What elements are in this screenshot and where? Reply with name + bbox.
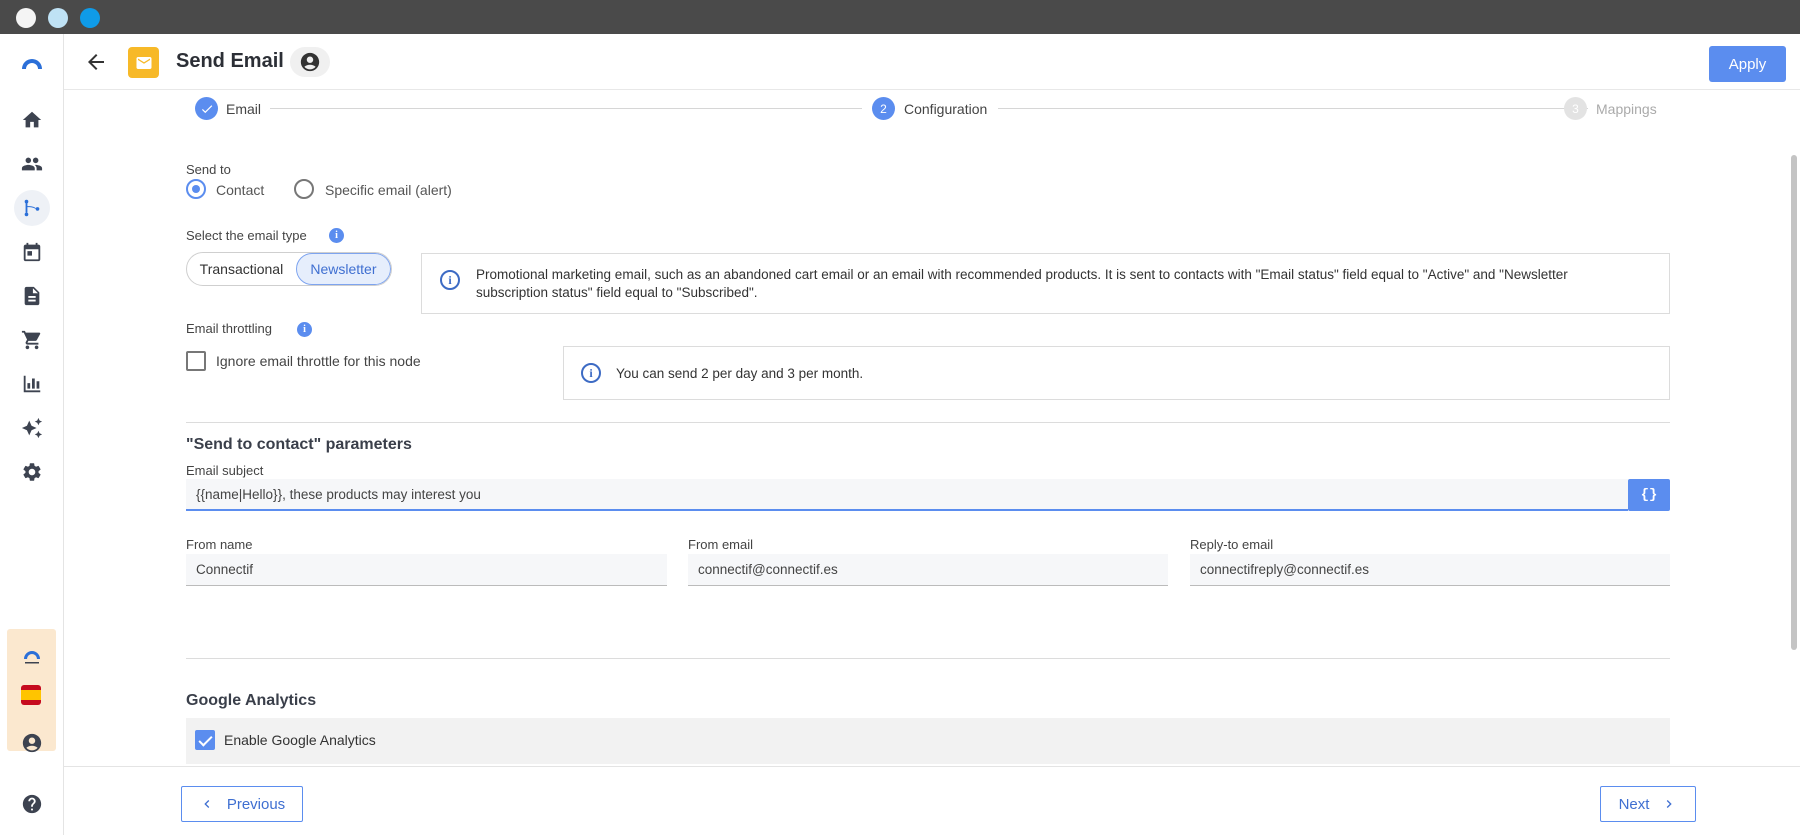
- email-type-transactional-option[interactable]: Transactional: [187, 253, 296, 285]
- send-to-label: Send to: [186, 162, 231, 177]
- section-divider: [186, 658, 1670, 659]
- section-divider: [186, 422, 1670, 423]
- send-to-contact-radio[interactable]: [186, 179, 206, 199]
- email-type-newsletter-option[interactable]: Newsletter: [295, 253, 391, 285]
- info-circle-icon: i: [440, 270, 460, 290]
- spain-flag-icon: [21, 685, 41, 705]
- sidebar-item-content[interactable]: [20, 284, 44, 308]
- send-to-specific-email-label[interactable]: Specific email (alert): [325, 182, 452, 198]
- from-name-input[interactable]: [186, 554, 667, 586]
- sidebar-item-ai[interactable]: [20, 416, 44, 440]
- content-scrollbar[interactable]: [1791, 155, 1797, 650]
- window-titlebar: [0, 0, 1800, 34]
- node-owner-button[interactable]: [290, 47, 330, 77]
- email-subject-input[interactable]: [186, 479, 1628, 511]
- throttling-info-text: You can send 2 per day and 3 per month.: [616, 366, 864, 381]
- sidebar-item-settings[interactable]: [20, 460, 44, 484]
- chevron-right-icon: [1667, 800, 1673, 808]
- step-mappings-number[interactable]: 3: [1564, 97, 1587, 120]
- bar-chart-icon: [23, 375, 41, 393]
- email-type-info-text: Promotional marketing email, such as an …: [476, 267, 1568, 300]
- throttling-info-box: i You can send 2 per day and 3 per month…: [563, 346, 1670, 400]
- email-type-info-icon[interactable]: i: [329, 228, 344, 243]
- from-email-label: From email: [688, 537, 754, 552]
- enable-google-analytics-checkbox[interactable]: [195, 730, 215, 750]
- previous-button[interactable]: Previous: [181, 786, 303, 822]
- reply-to-email-label: Reply-to email: [1190, 537, 1274, 552]
- enable-google-analytics-label[interactable]: Enable Google Analytics: [224, 732, 376, 748]
- account-circle-icon: [300, 52, 320, 72]
- document-icon: [24, 286, 40, 306]
- help-button[interactable]: [20, 792, 44, 816]
- sidebar-item-calendar[interactable]: [20, 240, 44, 264]
- throttling-label: Email throttling: [186, 321, 272, 336]
- stepper: Email 2 Configuration 3 Mappings: [190, 97, 1660, 121]
- step-connector: [270, 108, 862, 109]
- apply-button[interactable]: Apply: [1709, 46, 1786, 82]
- email-type-label: Select the email type: [186, 228, 307, 243]
- step-configuration-number[interactable]: 2: [872, 97, 895, 120]
- next-button-label: Next: [1618, 795, 1650, 813]
- sidebar-item-reports[interactable]: [20, 372, 44, 396]
- throttling-info-icon[interactable]: i: [297, 322, 312, 337]
- people-icon: [21, 157, 43, 171]
- step-configuration-label[interactable]: Configuration: [904, 101, 987, 117]
- wizard-footer: Previous Next: [64, 766, 1800, 835]
- info-circle-icon: i: [581, 363, 601, 383]
- email-subject-label: Email subject: [186, 463, 264, 478]
- user-profile-button[interactable]: [20, 731, 44, 755]
- step-connector: [998, 108, 1588, 109]
- step-mappings-label[interactable]: Mappings: [1596, 101, 1657, 117]
- email-type-info-box: i Promotional marketing email, such as a…: [421, 253, 1670, 314]
- from-name-label: From name: [186, 537, 253, 552]
- workflow-icon: [24, 199, 40, 217]
- step-email-check-icon[interactable]: [195, 97, 218, 120]
- window-maximize-button[interactable]: [80, 8, 100, 28]
- gear-icon: [23, 463, 41, 481]
- insert-variable-button[interactable]: {}: [1628, 479, 1670, 511]
- next-button[interactable]: Next: [1600, 786, 1696, 822]
- window-minimize-button[interactable]: [48, 8, 68, 28]
- page-header: Send Email Apply: [64, 34, 1800, 90]
- sidebar: [0, 34, 64, 835]
- google-analytics-row: Enable Google Analytics: [186, 718, 1670, 764]
- sparkles-icon: [21, 417, 43, 439]
- email-type-toggle[interactable]: Transactional Newsletter: [186, 252, 392, 286]
- previous-button-label: Previous: [226, 795, 286, 813]
- page-title: Send Email: [176, 50, 284, 72]
- sidebar-item-contacts[interactable]: [20, 152, 44, 176]
- back-button[interactable]: [84, 50, 108, 74]
- sidebar-item-workflows[interactable]: [20, 196, 44, 220]
- window-close-button[interactable]: [16, 8, 36, 28]
- home-icon: [22, 111, 42, 128]
- google-analytics-title: Google Analytics: [186, 692, 317, 709]
- account-circle-icon: [22, 733, 42, 753]
- send-to-specific-email-radio[interactable]: [294, 179, 314, 199]
- step-email-label[interactable]: Email: [226, 101, 261, 117]
- ignore-throttle-checkbox[interactable]: [186, 351, 206, 371]
- calendar-icon: [23, 242, 41, 262]
- from-email-input[interactable]: [688, 554, 1168, 586]
- arrow-left-icon: [88, 54, 104, 70]
- sidebar-item-store[interactable]: [20, 328, 44, 352]
- send-to-contact-label[interactable]: Contact: [216, 182, 264, 198]
- ignore-throttle-label[interactable]: Ignore email throttle for this node: [216, 353, 421, 369]
- sidebar-item-home[interactable]: [20, 108, 44, 132]
- send-to-contact-params-title: "Send to contact" parameters: [186, 436, 412, 453]
- chevron-left-icon: [204, 800, 210, 808]
- connectif-small-logo: [24, 651, 40, 664]
- help-icon: [22, 794, 42, 814]
- email-node-icon: [128, 47, 159, 78]
- cart-icon: [21, 330, 41, 350]
- connectif-logo[interactable]: [20, 51, 44, 75]
- reply-to-email-input[interactable]: [1190, 554, 1670, 586]
